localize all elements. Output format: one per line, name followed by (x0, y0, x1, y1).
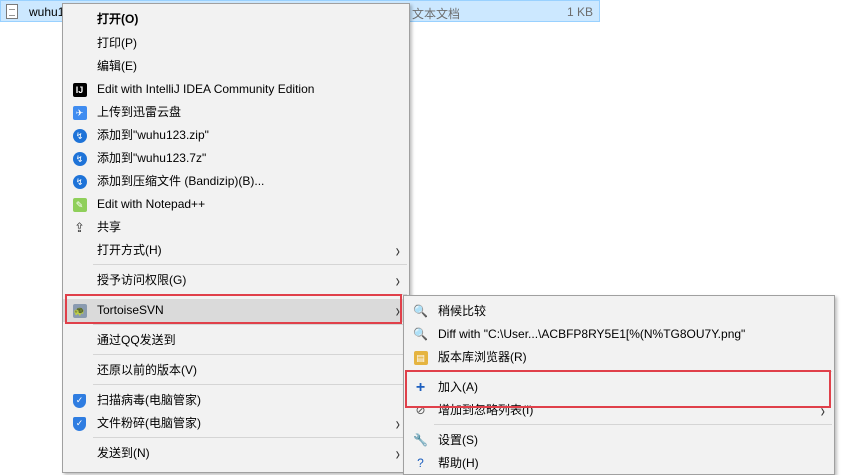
intellij-icon: IJ (72, 82, 87, 97)
menu-item-bandizip[interactable]: ↯ 添加到压缩文件 (Bandizip)(B)... (63, 170, 409, 193)
submenu-item-diff-later[interactable]: 🔍 稍候比较 (404, 300, 834, 323)
menu-item-label: Edit with IntelliJ IDEA Community Editio… (97, 82, 315, 96)
menu-item-label: 共享 (97, 220, 122, 234)
menu-item-label: 添加到"wuhu123.zip" (97, 128, 209, 142)
file-size: 1 KB (566, 5, 593, 19)
separator (93, 384, 407, 385)
menu-item-qq-send[interactable]: 通过QQ发送到 (63, 329, 409, 352)
repo-browser-icon: ▤ (413, 350, 428, 365)
menu-item-open-with[interactable]: 打开方式(H) › (63, 239, 409, 262)
menu-item-label: Edit with Notepad++ (97, 197, 206, 211)
settings-icon: 🔧 (413, 433, 428, 447)
menu-item-label: 还原以前的版本(V) (97, 363, 197, 377)
menu-item-label: 稍候比较 (438, 304, 487, 318)
chevron-right-icon: › (395, 240, 400, 261)
menu-item-share[interactable]: ⇪ 共享 (63, 216, 409, 239)
menu-item-print[interactable]: 打印(P) (63, 32, 409, 55)
menu-item-label: 编辑(E) (97, 59, 137, 73)
submenu-item-diff-with[interactable]: 🔍 Diff with "C:\User...\ACBFP8RY5E1[%(N%… (404, 323, 834, 346)
menu-item-label: 打开方式(H) (97, 243, 162, 257)
menu-item-label: 扫描病毒(电脑管家) (97, 393, 201, 407)
menu-item-label: Diff with "C:\User...\ACBFP8RY5E1[%(N%TG… (438, 327, 746, 341)
text-file-icon (6, 4, 18, 19)
chevron-right-icon: › (395, 413, 400, 434)
menu-item-grant-access[interactable]: 授予访问权限(G) › (63, 269, 409, 292)
menu-item-label: 添加到压缩文件 (Bandizip)(B)... (97, 174, 265, 188)
menu-item-label: 打开(O) (97, 12, 139, 26)
menu-item-edit[interactable]: 编辑(E) (63, 55, 409, 78)
menu-item-open[interactable]: 打开(O) (63, 8, 409, 31)
menu-item-label: 上传到迅雷云盘 (97, 105, 182, 119)
file-type: 文本文档 (412, 7, 461, 21)
menu-item-7z[interactable]: ↯ 添加到"wuhu123.7z" (63, 147, 409, 170)
menu-item-label: 发送到(N) (97, 446, 150, 460)
menu-item-restore-versions[interactable]: 还原以前的版本(V) (63, 359, 409, 382)
menu-item-label: 添加到"wuhu123.7z" (97, 151, 207, 165)
menu-item-label: 通过QQ发送到 (97, 333, 176, 347)
thunder-icon: ✈ (72, 105, 87, 120)
separator (434, 424, 832, 425)
menu-item-label: 打印(P) (97, 36, 137, 50)
separator (93, 354, 407, 355)
file-name: wuhu1 (29, 5, 65, 19)
menu-item-label: 授予访问权限(G) (97, 273, 187, 287)
menu-item-thunder[interactable]: ✈ 上传到迅雷云盘 (63, 101, 409, 124)
help-icon: ? (417, 456, 424, 470)
menu-item-label: 版本库浏览器(R) (438, 350, 527, 364)
submenu-item-help[interactable]: ? 帮助(H) (404, 452, 834, 475)
menu-item-scan-virus[interactable]: ✓ 扫描病毒(电脑管家) (63, 389, 409, 412)
magnifier-icon: 🔍 (413, 327, 428, 341)
separator (93, 437, 407, 438)
separator (93, 264, 407, 265)
menu-item-notepadpp[interactable]: ✎ Edit with Notepad++ (63, 193, 409, 216)
separator (93, 324, 407, 325)
magnifier-icon: 🔍 (413, 304, 428, 318)
bandizip-icon: ↯ (72, 128, 87, 143)
chevron-right-icon: › (395, 270, 400, 291)
bandizip-icon: ↯ (72, 174, 87, 189)
menu-item-send-to[interactable]: 发送到(N) › (63, 442, 409, 465)
menu-item-label: 帮助(H) (438, 456, 479, 470)
highlight-box-add (405, 370, 831, 408)
notepadpp-icon: ✎ (72, 197, 87, 212)
bandizip-icon: ↯ (72, 151, 87, 166)
context-menu: 打开(O) 打印(P) 编辑(E) IJ Edit with IntelliJ … (62, 3, 410, 473)
highlight-box-tortoisesvn (65, 294, 402, 324)
menu-item-label: 设置(S) (438, 433, 478, 447)
menu-item-intellij[interactable]: IJ Edit with IntelliJ IDEA Community Edi… (63, 78, 409, 101)
tencent-shield-icon: ✓ (72, 393, 87, 408)
submenu-item-repo-browser[interactable]: ▤ 版本库浏览器(R) (404, 346, 834, 369)
share-icon: ⇪ (74, 220, 85, 235)
menu-item-zip[interactable]: ↯ 添加到"wuhu123.zip" (63, 124, 409, 147)
tencent-shield-icon: ✓ (72, 416, 87, 431)
menu-item-label: 文件粉碎(电脑管家) (97, 416, 201, 430)
submenu-item-settings[interactable]: 🔧 设置(S) (404, 429, 834, 452)
menu-item-shred-file[interactable]: ✓ 文件粉碎(电脑管家) › (63, 412, 409, 435)
chevron-right-icon: › (395, 443, 400, 464)
